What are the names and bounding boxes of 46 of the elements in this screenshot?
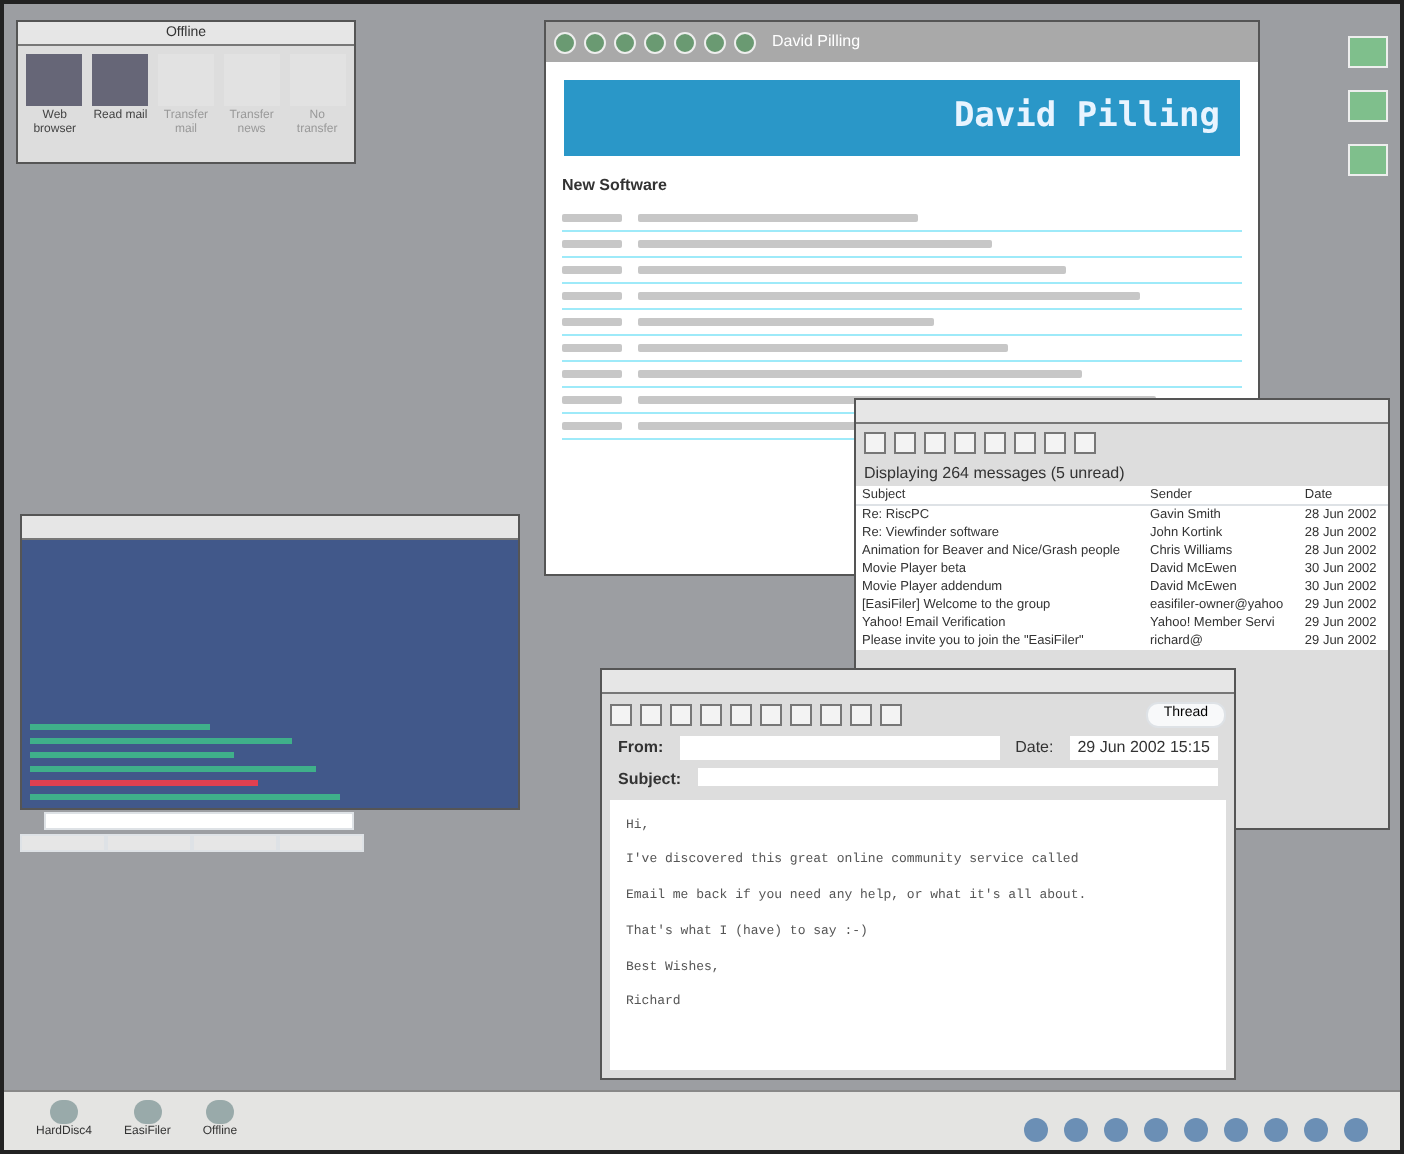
toolbar-title: David Pilling — [772, 30, 861, 54]
toolbar-icon[interactable] — [820, 703, 842, 726]
folder-icon[interactable] — [1348, 144, 1388, 176]
toolbar-icon[interactable] — [850, 703, 872, 726]
toolbar-icon[interactable] — [640, 703, 662, 726]
toolbar-icon[interactable] — [610, 703, 632, 726]
illegible-text — [562, 265, 622, 273]
toolbar-icon[interactable] — [730, 703, 752, 726]
toolbar-icon[interactable] — [894, 432, 916, 454]
illegible-text — [562, 421, 622, 429]
illegible-text — [562, 291, 622, 299]
toolbar-icon[interactable] — [954, 432, 976, 454]
page-banner: David Pilling — [562, 78, 1242, 157]
subject-label: Subject: — [618, 767, 682, 791]
toolbar-round-button[interactable] — [674, 31, 696, 53]
toolbar-icon[interactable] — [790, 703, 812, 726]
folder-icon[interactable] — [1348, 90, 1388, 122]
toolbar-round-button[interactable] — [614, 31, 636, 53]
illegible-text — [562, 239, 622, 247]
illegible-text — [562, 343, 622, 351]
toolbar-icon[interactable] — [1074, 432, 1096, 454]
toolbar-icon[interactable] — [864, 432, 886, 454]
illegible-text — [562, 369, 622, 377]
toolbar-round-button[interactable] — [644, 31, 666, 53]
folder-icon[interactable] — [1348, 36, 1388, 68]
toolbar-icon[interactable] — [924, 432, 946, 454]
toolbar-round-button[interactable] — [734, 31, 756, 53]
toolbar-icon[interactable] — [984, 432, 1006, 454]
toolbar-round-button[interactable] — [554, 31, 576, 53]
date-label: Date: — [1015, 735, 1054, 759]
toolbar-icon[interactable] — [760, 703, 782, 726]
section-heading: New Software — [562, 173, 669, 197]
toolbar-icon[interactable] — [1044, 432, 1066, 454]
toolbar-round-button[interactable] — [704, 31, 726, 53]
from-label: From: — [618, 735, 664, 759]
toolbar-icon[interactable] — [1014, 432, 1036, 454]
date-value: 29 Jun 2002 15:15 — [1069, 735, 1218, 759]
input-field[interactable] — [44, 812, 354, 830]
toolbar-icon[interactable] — [670, 703, 692, 726]
status-text: Displaying 264 messages (5 unread) — [862, 462, 1127, 486]
toolbar-round-button[interactable] — [584, 31, 606, 53]
toolbar-icon[interactable] — [700, 703, 722, 726]
illegible-text — [562, 317, 622, 325]
illegible-text — [562, 213, 622, 221]
toolbar-icon[interactable] — [880, 703, 902, 726]
illegible-text — [562, 395, 622, 403]
